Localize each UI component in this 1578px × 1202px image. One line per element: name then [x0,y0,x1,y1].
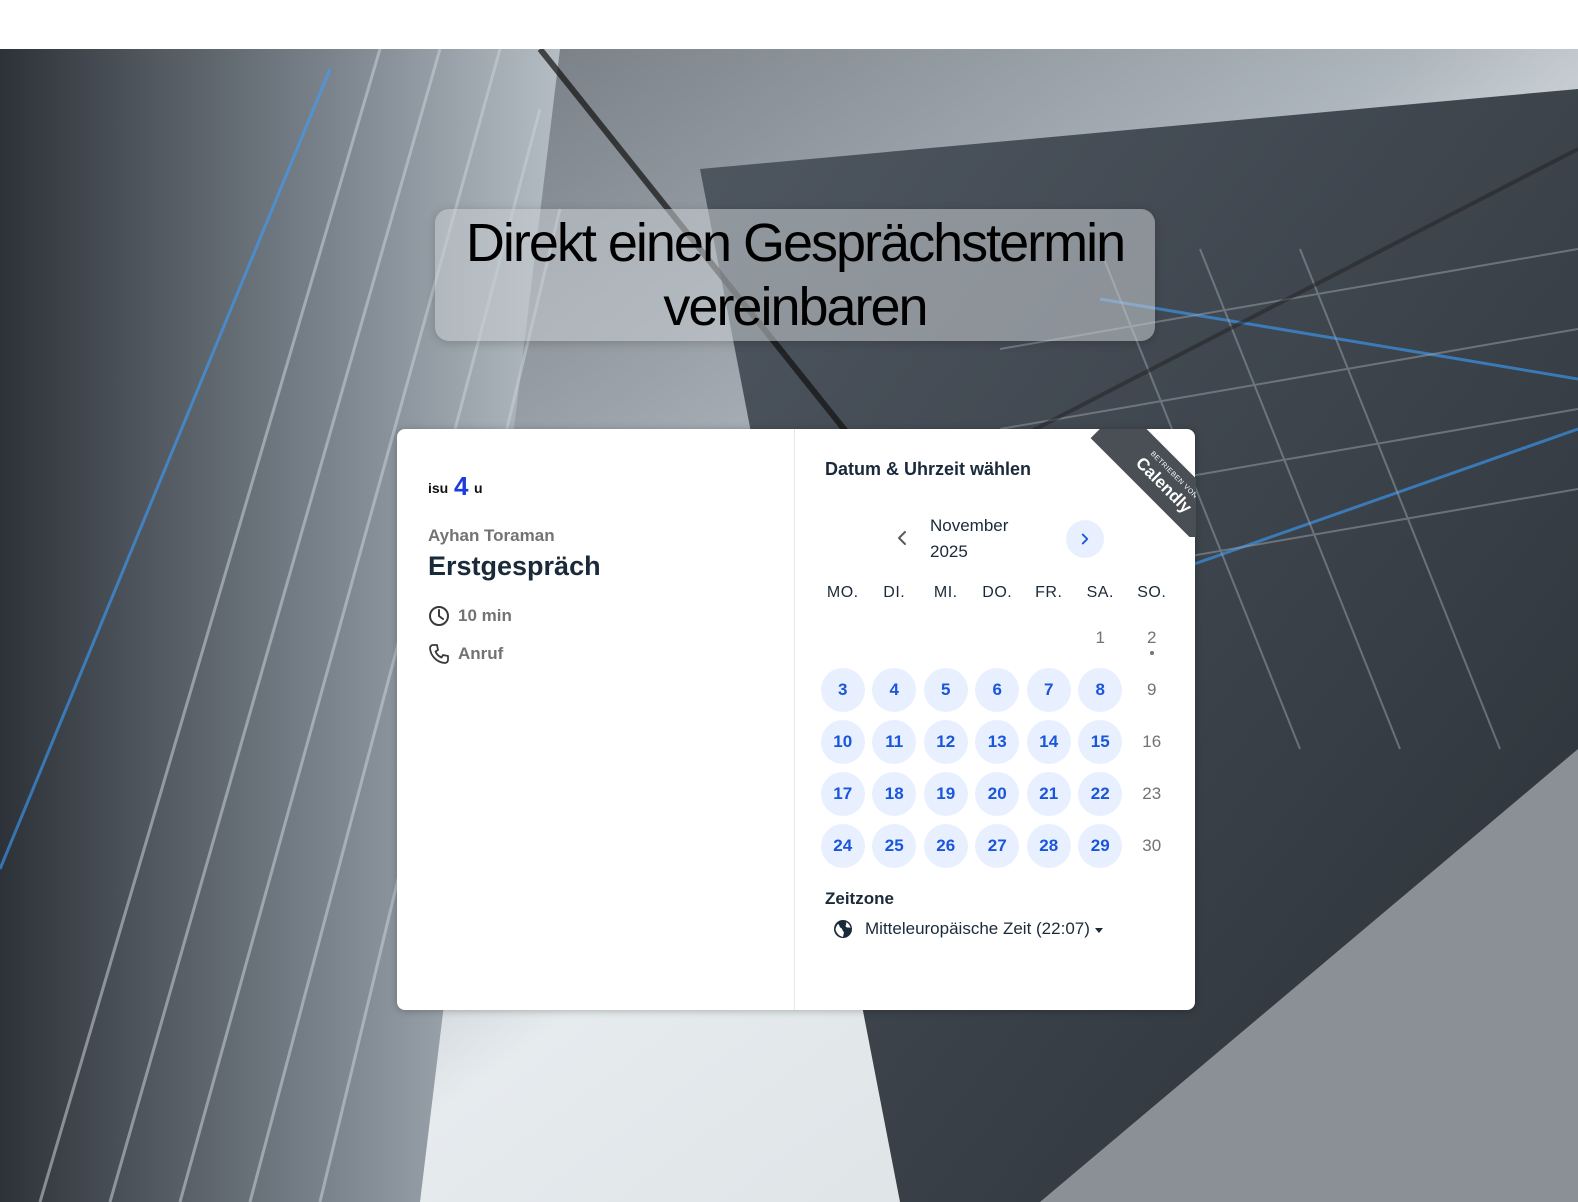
calendar-day[interactable]: 5 [923,668,968,712]
date-time-heading: Datum & Uhrzeit wählen [825,459,1032,479]
calendar-day[interactable]: 20 [975,772,1020,816]
location-row: Anruf [428,643,503,665]
svg-text:u: u [474,480,483,496]
calendar-day[interactable]: 24 [820,824,865,868]
calendar-day[interactable]: 17 [820,772,865,816]
year-label: 2025 [930,542,968,561]
weekday-fri: FR. [1035,584,1063,601]
duration-row: 10 min [428,605,512,627]
calendar-day: 2 [1130,616,1174,660]
calendar-day[interactable]: 6 [975,668,1020,712]
calendar-day[interactable]: 10 [820,720,865,764]
weekday-sat: SA. [1086,584,1114,601]
caret-down-icon [1094,927,1103,933]
calendar-day[interactable]: 29 [1078,824,1123,868]
clock-icon [429,606,449,626]
page-title: Direkt einen Gesprächstermin vereinbaren [465,213,1126,337]
globe-icon [834,920,852,938]
weekday-wed: MI. [933,584,958,601]
top-bar [0,0,1578,49]
calendar-day[interactable]: 22 [1078,772,1123,816]
calendar-day: 23 [1142,784,1162,803]
calendar-day: 16 [1142,732,1162,751]
calendar-day[interactable]: 25 [872,824,917,868]
calendar-day[interactable]: 14 [1026,720,1071,764]
previous-month-button[interactable] [890,526,914,550]
weekday-mon: MO. [826,584,859,601]
calendar-day[interactable]: 26 [923,824,968,868]
calendar-day[interactable]: 27 [975,824,1020,868]
calendar-day: 30 [1142,836,1162,855]
location-label: Anruf [458,644,504,663]
calendar-day: 9 [1147,680,1157,699]
calendar-day[interactable]: 12 [923,720,968,764]
calendar-day[interactable]: 4 [872,668,917,712]
timezone-value: Mitteleuropäische Zeit (22:07) [865,919,1090,938]
phone-icon [429,644,449,664]
duration-label: 10 min [458,606,512,625]
event-details-pane: isu 4 u Ayhan Toraman Erstgespräch 10 mi… [397,429,795,1010]
weekday-header: MO. DI. MI. DO. FR. SA. SO. [817,584,1178,602]
month-label: November [930,516,1009,535]
weekday-thu: DO. [982,584,1013,601]
svg-text:isu: isu [428,480,448,496]
calendar-day: 1 [1095,628,1105,647]
calendar-day[interactable]: 18 [872,772,917,816]
powered-by-calendly-badge[interactable]: BETRIEBEN VON Calendly [1088,429,1196,537]
svg-text:4: 4 [454,471,469,501]
month-year-label: November 2025 [930,513,1040,565]
calendly-widget: isu 4 u Ayhan Toraman Erstgespräch 10 mi… [397,429,1195,1010]
calendar-day[interactable]: 8 [1078,668,1123,712]
calendar-day[interactable]: 19 [923,772,968,816]
badge-ribbon: BETRIEBEN VON Calendly [1090,429,1196,537]
calendar-day[interactable]: 7 [1026,668,1071,712]
isu4u-logo: isu 4 u [428,471,483,501]
calendar-day[interactable]: 28 [1026,824,1071,868]
calendar-day[interactable]: 3 [820,668,865,712]
timezone-select[interactable]: Mitteleuropäische Zeit (22:07) [833,919,1103,939]
timezone-label: Zeitzone [825,889,894,908]
heading-banner: Direkt einen Gesprächstermin vereinbaren [435,209,1155,341]
calendar-day[interactable]: 11 [872,720,917,764]
weekday-sun: SO. [1137,584,1167,601]
weekday-tue: DI. [883,584,906,601]
calendar-day[interactable]: 15 [1078,720,1123,764]
calendar-day[interactable]: 21 [1026,772,1071,816]
host-name: Ayhan Toraman [428,526,555,545]
chevron-left-icon [898,531,906,545]
calendar-day[interactable]: 13 [975,720,1020,764]
event-title: Erstgespräch [428,551,601,581]
